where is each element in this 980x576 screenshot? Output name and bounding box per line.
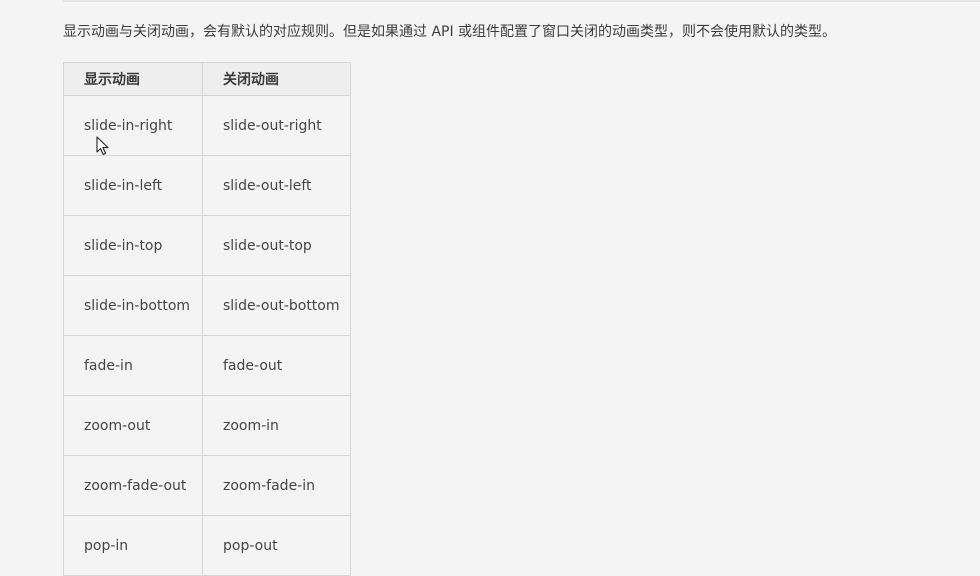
table-row: slide-in-right slide-out-right bbox=[63, 95, 351, 156]
table-row: slide-in-bottom slide-out-bottom bbox=[63, 275, 351, 336]
show-animation-cell: pop-in bbox=[63, 515, 203, 576]
close-animation-cell: slide-out-bottom bbox=[202, 275, 351, 336]
table-row: pop-in pop-out bbox=[63, 515, 351, 576]
close-animation-cell: fade-out bbox=[202, 335, 351, 396]
table-row: slide-in-left slide-out-left bbox=[63, 155, 351, 216]
close-animation-cell: pop-out bbox=[202, 515, 351, 576]
table-row: fade-in fade-out bbox=[63, 335, 351, 396]
show-animation-cell: slide-in-right bbox=[63, 95, 203, 156]
close-animation-cell: zoom-fade-in bbox=[202, 455, 351, 516]
show-animation-cell: fade-in bbox=[63, 335, 203, 396]
close-animation-cell: slide-out-left bbox=[202, 155, 351, 216]
show-animation-cell: slide-in-bottom bbox=[63, 275, 203, 336]
show-animation-cell: zoom-fade-out bbox=[63, 455, 203, 516]
close-animation-cell: slide-out-right bbox=[202, 95, 351, 156]
intro-paragraph: 显示动画与关闭动画，会有默认的对应规则。但是如果通过 API 或组件配置了窗口关… bbox=[63, 24, 837, 40]
table-row: slide-in-top slide-out-top bbox=[63, 215, 351, 276]
show-animation-cell: slide-in-top bbox=[63, 215, 203, 276]
top-divider bbox=[63, 0, 980, 2]
header-close-animation: 关闭动画 bbox=[202, 62, 351, 96]
close-animation-cell: zoom-in bbox=[202, 395, 351, 456]
show-animation-cell: zoom-out bbox=[63, 395, 203, 456]
table-header-row: 显示动画 关闭动画 bbox=[63, 62, 351, 96]
table-row: zoom-out zoom-in bbox=[63, 395, 351, 456]
close-animation-cell: slide-out-top bbox=[202, 215, 351, 276]
show-animation-cell: slide-in-left bbox=[63, 155, 203, 216]
header-show-animation: 显示动画 bbox=[63, 62, 203, 96]
animation-mapping-table: 显示动画 关闭动画 slide-in-right slide-out-right… bbox=[63, 62, 351, 576]
table-row: zoom-fade-out zoom-fade-in bbox=[63, 455, 351, 516]
